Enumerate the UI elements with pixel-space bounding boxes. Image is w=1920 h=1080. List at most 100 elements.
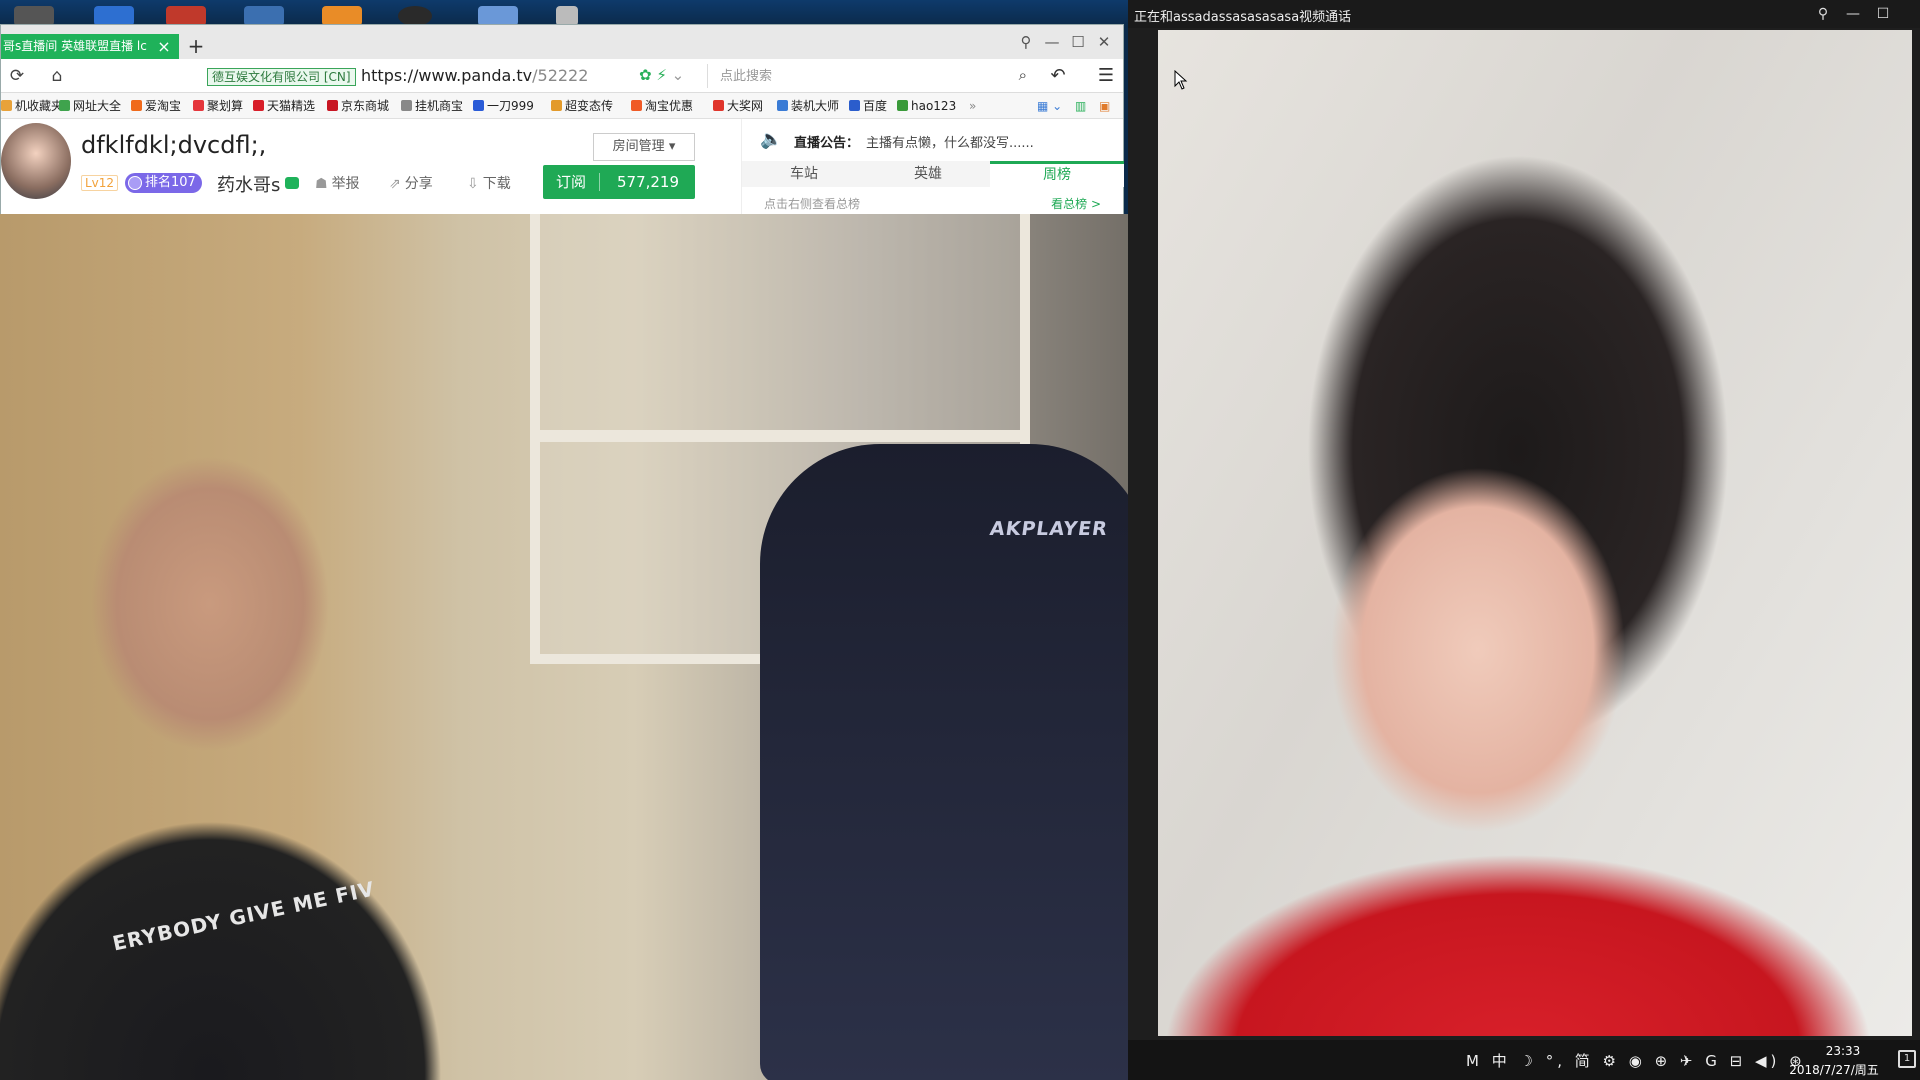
chair-brand-text: AKPLAYER bbox=[988, 518, 1110, 540]
subscribe-label: 订阅 bbox=[555, 173, 586, 191]
bookmark-item[interactable]: 装机大师 bbox=[777, 98, 839, 114]
bookmark-icon bbox=[551, 100, 562, 111]
stream-video-player[interactable]: AKPLAYER ERYBODY GIVE ME FIV bbox=[0, 214, 1154, 1080]
bookmarks-more-icon[interactable]: » bbox=[969, 98, 976, 114]
level-badge: Lv12 bbox=[81, 175, 119, 191]
home-icon[interactable]: ⌂ bbox=[45, 65, 69, 87]
bookmark-item[interactable]: 网址大全 bbox=[59, 98, 121, 114]
streamer-avatar[interactable] bbox=[1, 123, 71, 199]
call-video-feed[interactable] bbox=[1158, 30, 1912, 1036]
desktop-icon[interactable] bbox=[244, 6, 284, 26]
taskbar: M 中 ☽ °, 简 ⚙ ◉ ⊕ ✈ G ⊟ ◀) ⊛ 23:33 2018/7… bbox=[1128, 1040, 1920, 1080]
call-titlebar: 正在和assadassasasasasa视频通话 ⚲ — ☐ bbox=[1128, 0, 1920, 28]
menu-icon[interactable]: ☰ bbox=[1093, 65, 1119, 87]
mouse-cursor-icon bbox=[1174, 70, 1188, 90]
subscribe-button[interactable]: 订阅 577,219 bbox=[543, 165, 695, 199]
bookmark-item[interactable]: 大奖网 bbox=[713, 98, 763, 114]
rank-tabs: 车站 英雄 周榜 bbox=[742, 161, 1124, 187]
bookmark-icon bbox=[777, 100, 788, 111]
tab-close-icon[interactable]: × bbox=[153, 34, 175, 59]
undo-icon[interactable]: ↶ bbox=[1045, 65, 1071, 87]
url-field[interactable]: https://www.panda.tv/52222 bbox=[361, 66, 588, 85]
desktop-icon[interactable] bbox=[398, 6, 432, 26]
clock-time[interactable]: 23:33 bbox=[1798, 1044, 1888, 1058]
search-box: ⌕ bbox=[707, 64, 1033, 88]
minimize-button[interactable]: — bbox=[1840, 3, 1866, 25]
desktop-icon[interactable] bbox=[94, 6, 134, 26]
desktop-icon[interactable] bbox=[556, 6, 578, 26]
search-icon[interactable]: ⌕ bbox=[1019, 66, 1027, 84]
bookmark-item[interactable]: 百度 bbox=[849, 98, 887, 114]
speaker-icon: 🔈 bbox=[760, 129, 783, 150]
share-button[interactable]: ⇗ 分享 bbox=[389, 173, 433, 193]
bookmark-item[interactable]: 爱淘宝 bbox=[131, 98, 181, 114]
share-icon: ⇗ bbox=[389, 176, 401, 192]
toolbox-icon[interactable]: ▣ bbox=[1099, 98, 1110, 114]
url-path: /52222 bbox=[532, 66, 589, 85]
desktop-icon[interactable] bbox=[478, 6, 518, 26]
system-tray-icons[interactable]: M 中 ☽ °, 简 ⚙ ◉ ⊕ ✈ G ⊟ ◀) ⊛ bbox=[1466, 1050, 1806, 1071]
new-tab-button[interactable]: + bbox=[185, 35, 207, 57]
bookmark-icon bbox=[1, 100, 12, 111]
desktop-icon-strip bbox=[0, 0, 1130, 26]
desktop-icon[interactable] bbox=[14, 6, 54, 26]
close-button[interactable]: ✕ bbox=[1091, 31, 1117, 53]
clock-date[interactable]: 2018/7/27/周五 bbox=[1770, 1061, 1898, 1078]
bookmark-item[interactable]: 挂机商宝 bbox=[401, 98, 463, 114]
bookmarks-bar: 机收藏夹 网址大全 爱淘宝 聚划算 天猫精选 京东商城 挂机商宝 一刀999 超… bbox=[1, 93, 1123, 119]
view-all-rank-link[interactable]: 看总榜 > bbox=[1051, 195, 1101, 212]
background-shelf-board bbox=[530, 430, 1030, 442]
tab-weekly-rank[interactable]: 周榜 bbox=[990, 161, 1124, 187]
subscribe-divider bbox=[599, 173, 600, 191]
apps-grid-icon[interactable]: ▦ ⌄ bbox=[1037, 98, 1062, 114]
tab-heroes[interactable]: 英雄 bbox=[866, 161, 990, 187]
download-button[interactable]: ⇩ 下载 bbox=[467, 173, 511, 193]
bookmark-icon bbox=[897, 100, 908, 111]
bookmark-icon bbox=[401, 100, 412, 111]
desktop-icon[interactable] bbox=[322, 6, 362, 26]
download-icon: ⇩ bbox=[467, 176, 479, 192]
desktop-icon[interactable] bbox=[166, 6, 206, 26]
url-host: https://www.panda.tv bbox=[361, 66, 533, 85]
tab-title: 哥s直播间 英雄联盟直播 lc bbox=[3, 39, 147, 53]
bookmark-item[interactable]: 机收藏夹 bbox=[1, 98, 63, 114]
tab-station[interactable]: 车站 bbox=[742, 161, 866, 187]
pin-icon[interactable]: ⚲ bbox=[1810, 3, 1836, 25]
notification-icon[interactable]: 1 bbox=[1898, 1050, 1916, 1068]
certificate-badge[interactable]: 德互娱文化有限公司 [CN] bbox=[207, 68, 356, 86]
bookmark-item[interactable]: hao123 bbox=[897, 98, 956, 114]
shirt-print-text: ERYBODY GIVE ME FIV bbox=[110, 876, 377, 956]
rank-icon bbox=[128, 176, 142, 190]
bookmark-icon bbox=[631, 100, 642, 111]
bookmark-icon bbox=[849, 100, 860, 111]
refresh-icon[interactable]: ⟳ bbox=[5, 65, 29, 87]
chat-bubble-icon bbox=[285, 177, 299, 189]
rank-badge[interactable]: 排名107 bbox=[125, 173, 202, 193]
room-management-dropdown[interactable]: 房间管理 ▾ bbox=[593, 133, 695, 161]
report-button[interactable]: ☗ 举报 bbox=[315, 173, 360, 193]
room-title: dfklfdkl;dvcdfl;, bbox=[81, 131, 267, 159]
maximize-button[interactable]: ☐ bbox=[1870, 3, 1896, 25]
bookmark-item[interactable]: 淘宝优惠 bbox=[631, 98, 693, 114]
bookmark-item[interactable]: 聚划算 bbox=[193, 98, 243, 114]
tab-bar: 哥s直播间 英雄联盟直播 lc × + ⚲ — ☐ ✕ bbox=[1, 25, 1123, 59]
call-title: 正在和assadassasasasasa视频通话 bbox=[1134, 10, 1352, 25]
bookmark-item[interactable]: 超变态传 bbox=[551, 98, 613, 114]
subscriber-count: 577,219 bbox=[616, 173, 680, 191]
accelerate-icon[interactable]: ✿ ⚡ ⌄ bbox=[639, 66, 684, 84]
bookmark-icon bbox=[713, 100, 724, 111]
report-icon: ☗ bbox=[315, 176, 328, 192]
search-input[interactable] bbox=[720, 66, 1000, 86]
maximize-button[interactable]: ☐ bbox=[1065, 31, 1091, 53]
bookmark-icon bbox=[327, 100, 338, 111]
bookmark-item[interactable]: 天猫精选 bbox=[253, 98, 315, 114]
minimize-button[interactable]: — bbox=[1039, 31, 1065, 53]
browser-window: 哥s直播间 英雄联盟直播 lc × + ⚲ — ☐ ✕ ⟳ ⌂ 德互娱文化有限公… bbox=[0, 24, 1124, 215]
reader-icon[interactable]: ▥ bbox=[1075, 98, 1086, 114]
bookmark-item[interactable]: 京东商城 bbox=[327, 98, 389, 114]
bookmark-item[interactable]: 一刀999 bbox=[473, 98, 534, 114]
pin-icon[interactable]: ⚲ bbox=[1013, 31, 1039, 53]
bookmark-icon bbox=[59, 100, 70, 111]
host-name[interactable]: 药水哥s bbox=[217, 171, 280, 197]
bookmark-icon bbox=[473, 100, 484, 111]
